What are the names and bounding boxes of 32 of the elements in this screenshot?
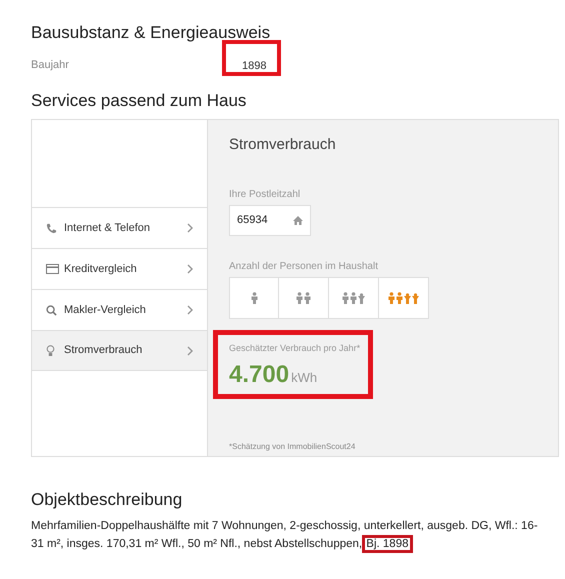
household-size-option[interactable] xyxy=(279,276,329,318)
phone-icon xyxy=(46,222,57,234)
house-icon xyxy=(293,216,303,224)
household-size-option[interactable] xyxy=(329,276,379,318)
people-icon xyxy=(296,292,311,304)
section-heading: Services passend zum Haus xyxy=(31,90,248,112)
field-value: 1898 xyxy=(241,60,266,72)
chevron-right-icon xyxy=(187,346,193,356)
field-label: Baujahr xyxy=(31,58,70,73)
field-label: Anzahl der Personen im Haushalt xyxy=(229,260,379,274)
chevron-right-icon xyxy=(187,264,193,274)
estimate-label: Geschätzter Verbrauch pro Jahr* xyxy=(229,342,362,355)
footnote: *Schätzung von ImmobilienScout24 xyxy=(229,441,356,453)
estimate-unit: kWh xyxy=(291,369,318,387)
search-icon xyxy=(46,304,57,316)
household-size-option[interactable] xyxy=(379,276,429,318)
chevron-right-icon xyxy=(187,223,193,233)
people-icon xyxy=(388,292,419,304)
household-size-option[interactable] xyxy=(229,276,279,318)
section-heading: Bausubstanz & Energieausweis xyxy=(31,22,272,44)
description-text: Mehrfamilien-Doppelhaushälfte mit 7 Wohnungen, 2-geschossig, unterkellert, ausgeb. DG, Wfl.: 16-31 m², insges. 170,31 m² Wfl., 50 m² Nfl., nebst Abstellschuppen, Bj. 1898 xyxy=(31,517,541,553)
service-menu-item[interactable]: Stromverbrauch xyxy=(32,330,207,371)
credit-card-icon xyxy=(46,264,59,274)
panel-title: Stromverbrauch xyxy=(229,135,337,155)
light-bulb-icon xyxy=(46,344,55,356)
field-label: Ihre Postleitzahl xyxy=(229,188,302,202)
chevron-right-icon xyxy=(187,305,193,315)
section-heading: Objektbeschreibung xyxy=(31,489,184,511)
estimate-value: 4.700 xyxy=(229,360,290,390)
zip-input-field[interactable]: 65934 xyxy=(229,204,311,236)
people-icon xyxy=(342,292,365,304)
person-icon xyxy=(250,292,258,304)
